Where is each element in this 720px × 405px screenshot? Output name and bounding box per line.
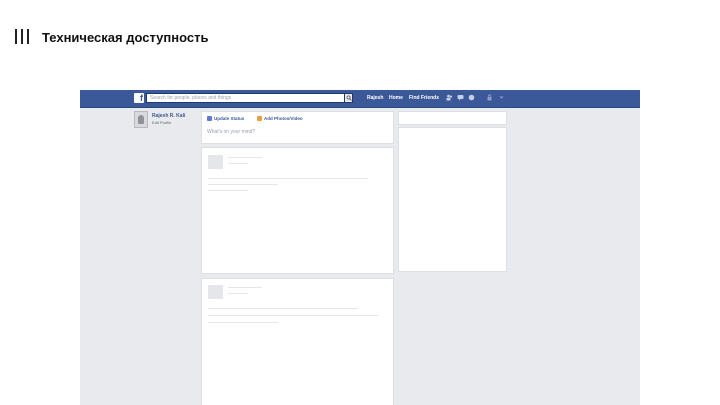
search-button[interactable]	[344, 93, 353, 103]
search-icon	[346, 95, 352, 101]
update-status-tab[interactable]: Update Status	[214, 115, 244, 122]
search-input[interactable]: Search for people, places and things	[146, 93, 352, 103]
chevron-down-icon[interactable]	[498, 94, 505, 101]
update-status-icon	[207, 116, 212, 121]
top-navigation-bar: f Search for people, places and things R…	[80, 90, 640, 108]
feed-story-placeholder	[201, 147, 394, 274]
status-input[interactable]: What's on your mind?	[207, 129, 255, 136]
avatar[interactable]	[134, 111, 148, 128]
placeholder-line	[228, 293, 248, 294]
left-sidebar: Rajesh R. Kali Edit Profile	[132, 111, 202, 151]
placeholder-line	[208, 190, 248, 191]
placeholder-line	[228, 287, 262, 288]
slide-title: Техническая доступность	[42, 30, 209, 45]
facebook-screenshot: f Search for people, places and things R…	[80, 90, 640, 405]
edit-profile-link[interactable]: Edit Profile	[152, 120, 171, 126]
placeholder-line	[228, 157, 262, 158]
profile-name[interactable]: Rajesh R. Kali	[152, 113, 185, 119]
right-column-panel	[398, 111, 507, 125]
search-placeholder: Search for people, places and things	[150, 95, 232, 101]
notifications-icon[interactable]	[468, 94, 475, 101]
placeholder-avatar	[208, 285, 223, 299]
nav-home-link[interactable]: Home	[389, 94, 403, 102]
nav-profile-link[interactable]: Rajesh	[367, 94, 383, 102]
messages-icon[interactable]	[457, 94, 464, 101]
lock-icon[interactable]	[486, 94, 493, 101]
add-photos-icon	[257, 116, 262, 121]
add-photos-tab[interactable]: Add Photos/Video	[264, 115, 303, 122]
placeholder-avatar	[208, 155, 223, 169]
slide-marker-icon	[15, 29, 31, 44]
right-column-panel	[398, 127, 507, 272]
placeholder-line	[208, 315, 378, 316]
friend-requests-icon[interactable]	[446, 94, 453, 101]
facebook-logo-icon[interactable]: f	[134, 93, 144, 103]
feed-story-placeholder	[201, 278, 394, 405]
nav-find-friends-link[interactable]: Find Friends	[409, 94, 439, 102]
placeholder-line	[208, 322, 278, 323]
placeholder-line	[208, 308, 358, 309]
placeholder-line	[208, 184, 278, 185]
status-composer: Update Status Add Photos/Video What's on…	[201, 111, 394, 144]
placeholder-line	[208, 178, 368, 179]
placeholder-line	[228, 163, 248, 164]
